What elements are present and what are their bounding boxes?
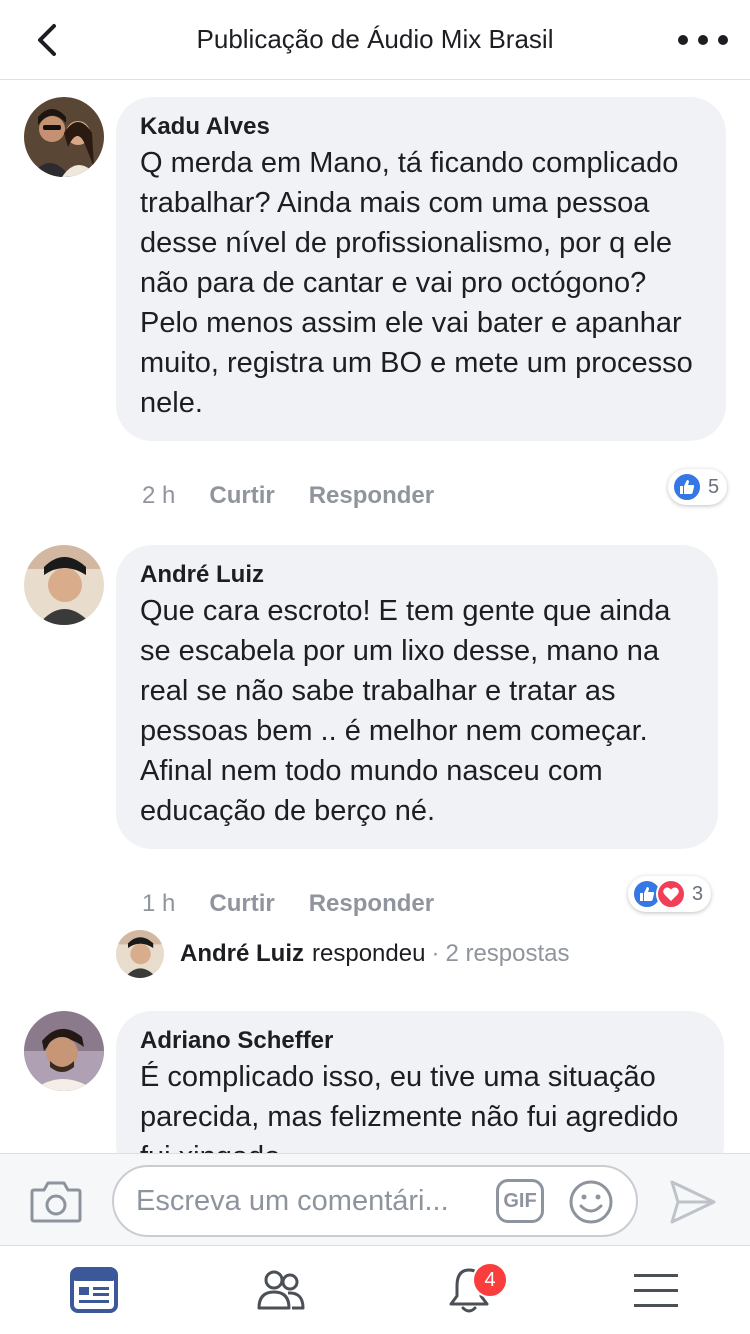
page-title: Publicação de Áudio Mix Brasil [196, 24, 554, 54]
comment-timestamp: 1 h [142, 890, 176, 917]
profile-photo [24, 545, 104, 625]
comment-input[interactable]: Escreva um comentári... GIF [112, 1165, 638, 1237]
tab-notifications[interactable] [375, 1246, 563, 1334]
view-replies-link[interactable]: André Luiz respondeu · 2 respostas [180, 940, 570, 968]
comment-author[interactable]: André Luiz [140, 559, 694, 591]
comment-author[interactable]: Kadu Alves [140, 111, 702, 143]
reaction-summary[interactable]: 3 [628, 876, 712, 912]
reply-button[interactable]: Responder [309, 482, 434, 510]
profile-photo [24, 1011, 104, 1091]
send-icon [670, 1180, 716, 1224]
camera-button[interactable] [30, 1178, 82, 1224]
notification-badge: 4 [472, 1262, 508, 1298]
camera-icon [30, 1181, 82, 1223]
avatar[interactable] [24, 1011, 104, 1091]
reply-author: André Luiz [180, 940, 304, 967]
hamburger-menu-icon [634, 1274, 679, 1307]
comment-input-placeholder: Escreva um comentári... [136, 1185, 449, 1217]
separator-dot: · [431, 940, 440, 967]
reaction-count: 5 [708, 475, 720, 498]
ellipsis-icon [678, 35, 688, 45]
tab-news-feed[interactable] [0, 1246, 188, 1334]
comment-actions: 2 h Curtir Responder [142, 482, 434, 510]
send-button[interactable] [668, 1178, 718, 1226]
comments-list: Kadu Alves Q merda em Mano, tá ficando c… [0, 80, 750, 1153]
friends-icon [257, 1270, 305, 1310]
reply-verb: respondeu [312, 940, 426, 967]
comment-author[interactable]: Adriano Scheffer [140, 1025, 700, 1057]
comment-text: Q merda em Mano, tá ficando complicado t… [140, 147, 701, 419]
emoji-button[interactable] [568, 1179, 614, 1225]
top-nav-bar: Publicação de Áudio Mix Brasil [0, 0, 750, 80]
love-reaction-icon [656, 879, 686, 909]
reply-button[interactable]: Responder [309, 890, 434, 918]
comment-text: Que cara escroto! E tem gente que ainda … [140, 595, 671, 827]
comment-text: É complicado isso, eu tive uma situação … [140, 1061, 679, 1153]
reaction-count: 3 [692, 882, 704, 905]
comment-timestamp: 2 h [142, 482, 176, 509]
avatar[interactable] [24, 97, 104, 177]
tab-menu[interactable] [563, 1246, 750, 1334]
smiley-icon [569, 1180, 613, 1224]
tab-friends[interactable] [188, 1246, 376, 1334]
reaction-summary[interactable]: 5 [668, 469, 728, 505]
like-button[interactable]: Curtir [209, 890, 274, 918]
more-options-button[interactable] [678, 26, 728, 54]
comment-bubble: Kadu Alves Q merda em Mano, tá ficando c… [116, 97, 726, 441]
gif-button[interactable]: GIF [496, 1179, 544, 1223]
like-button[interactable]: Curtir [209, 482, 274, 510]
reply-count: 2 respostas [445, 940, 570, 967]
reply-avatar[interactable] [116, 930, 164, 978]
comment-bubble: Adriano Scheffer É complicado isso, eu t… [116, 1011, 724, 1153]
profile-photo [24, 97, 104, 177]
comment-bubble: André Luiz Que cara escroto! E tem gente… [116, 545, 718, 849]
news-feed-icon [69, 1267, 118, 1313]
comment-actions: 1 h Curtir Responder [142, 890, 434, 918]
comment-composer: Escreva um comentári... GIF [0, 1153, 750, 1246]
bottom-tab-bar: 4 [0, 1246, 750, 1334]
profile-photo [116, 930, 164, 978]
like-reaction-icon [672, 472, 702, 502]
avatar[interactable] [24, 545, 104, 625]
